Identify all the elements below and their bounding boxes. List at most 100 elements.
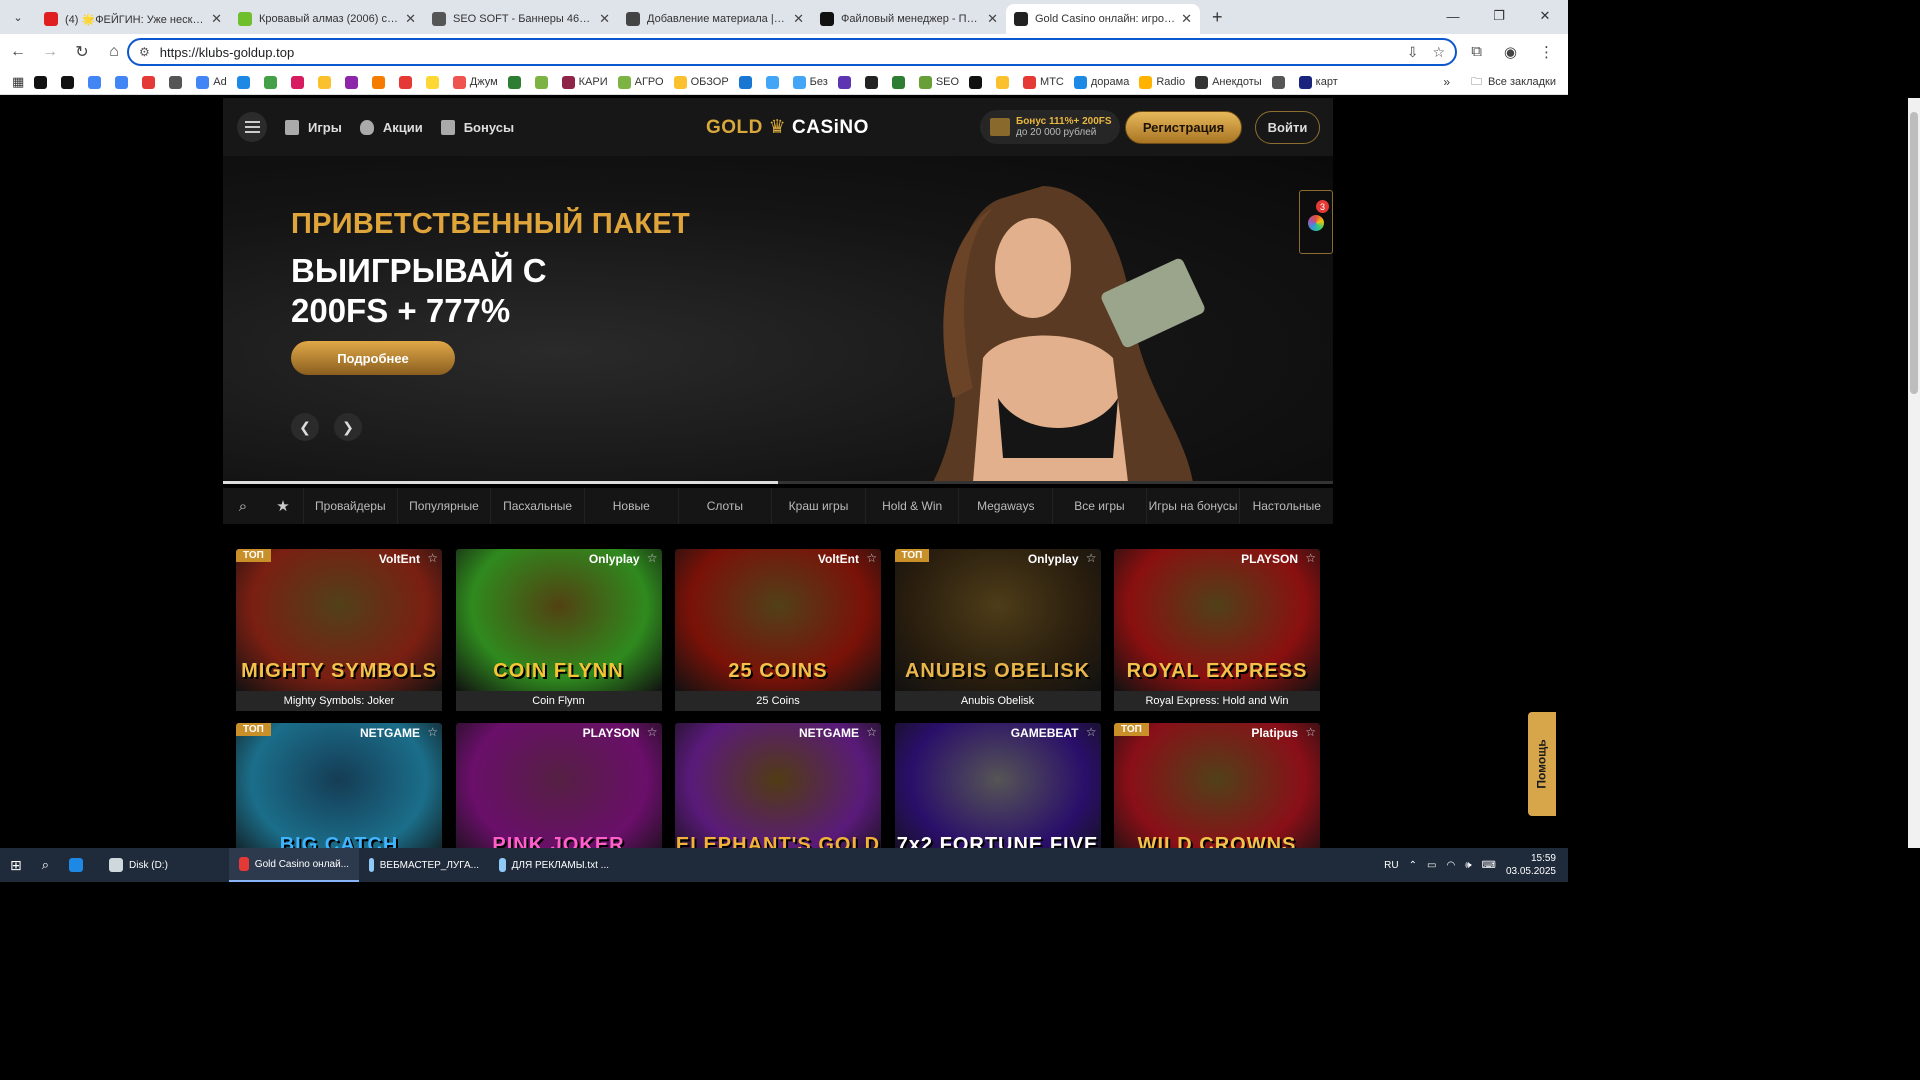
menu-burger-button[interactable] [237, 112, 267, 142]
reload-button[interactable]: ↻ [68, 42, 96, 62]
hero-prev-button[interactable]: ❮ [291, 413, 319, 441]
profile-icon[interactable]: ◉ [1504, 43, 1517, 61]
bookmark-item[interactable]: Radio [1139, 75, 1185, 89]
bookmark-item[interactable] [371, 75, 389, 89]
side-widget[interactable]: 3 [1299, 190, 1333, 254]
bookmark-item[interactable] [317, 75, 335, 89]
bookmark-item[interactable] [34, 75, 51, 89]
tab-search-button[interactable]: ⌄ [4, 3, 32, 31]
browser-tab[interactable]: Кровавый алмаз (2006) смотр ✕ [230, 4, 424, 34]
bookmark-item[interactable] [398, 75, 416, 89]
category-tab[interactable]: Настольные [1239, 488, 1333, 524]
tab-close-icon[interactable]: ✕ [405, 11, 416, 27]
taskbar-app[interactable]: ДЛЯ РЕКЛАМЫ.txt ... [489, 848, 619, 882]
back-button[interactable]: ← [4, 43, 32, 61]
bookmark-item[interactable] [142, 75, 159, 89]
nav-bonuses[interactable]: Бонусы [440, 119, 514, 135]
hero-next-button[interactable]: ❯ [334, 413, 362, 441]
apps-icon[interactable]: ▦ [12, 74, 24, 90]
game-thumbnail[interactable]: 7x2 FORTUNE FIVE GAMEBEAT ☆ [894, 723, 1101, 848]
register-button[interactable]: Регистрация [1125, 111, 1242, 144]
game-thumbnail[interactable]: MIGHTY SYMBOLS ТОП VoltEnt ☆ [236, 549, 442, 691]
forward-button[interactable]: → [36, 43, 64, 61]
game-card[interactable]: ROYAL EXPRESS PLAYSON ☆ Royal Express: Hold… [1114, 549, 1320, 711]
scrollbar-thumb[interactable] [1910, 112, 1918, 394]
bookmark-item[interactable]: карт [1298, 75, 1338, 89]
game-card[interactable]: BIG CATCH ТОП NETGAME ☆ [236, 723, 442, 848]
bookmark-item[interactable] [169, 75, 186, 89]
bookmark-item[interactable] [891, 75, 909, 89]
more-bookmarks-icon[interactable]: » [1443, 75, 1450, 89]
category-tab[interactable]: Популярные [396, 488, 491, 524]
bookmark-item[interactable]: МТС [1023, 75, 1064, 89]
tab-close-icon[interactable]: ✕ [599, 11, 610, 27]
bookmark-item[interactable]: дорама [1073, 75, 1129, 89]
browser-tab[interactable]: Файловый менеджер - Панель ✕ [812, 4, 1006, 34]
login-button[interactable]: Войти [1255, 111, 1320, 144]
hero-more-button[interactable]: Подробнее [291, 341, 455, 375]
category-tab[interactable]: Краш игры [771, 488, 865, 524]
bookmark-item[interactable]: КАРИ [561, 75, 608, 89]
category-tab[interactable]: Игры на бонусы [1145, 488, 1240, 524]
bookmark-item[interactable] [263, 75, 281, 89]
bookmark-item[interactable] [425, 75, 443, 89]
bookmark-item[interactable] [864, 75, 882, 89]
restore-button[interactable]: ❐ [1476, 0, 1522, 32]
tab-close-icon[interactable]: ✕ [1181, 11, 1192, 27]
taskbar-search-icon[interactable]: ⌕ [32, 848, 59, 882]
favorite-icon[interactable]: ☆ [1086, 551, 1097, 565]
category-tab[interactable]: Все игры [1052, 488, 1146, 524]
category-tab[interactable]: Пасхальные [490, 488, 584, 524]
help-button[interactable]: Помощь [1528, 712, 1556, 816]
close-window-button[interactable]: ✕ [1522, 0, 1568, 32]
all-bookmarks-button[interactable]: 🗀 Все закладки [1471, 73, 1556, 92]
start-button[interactable]: ⊞ [0, 848, 32, 882]
bookmark-item[interactable]: ОБЗОР [673, 75, 729, 89]
clock[interactable]: 15:59 03.05.2025 [1506, 852, 1556, 878]
bonus-pill[interactable]: Бонус 111%+ 200FS до 20 000 рублей [980, 110, 1120, 144]
game-card[interactable]: ANUBIS OBELISK ТОП Onlyplay ☆ Anubis Obelisk [894, 549, 1101, 711]
favorite-icon[interactable]: ☆ [866, 725, 877, 739]
bookmark-item[interactable] [1271, 75, 1289, 89]
new-tab-button[interactable]: + [1212, 7, 1223, 28]
favorite-star-icon[interactable]: ★ [263, 497, 303, 515]
game-thumbnail[interactable]: ANUBIS OBELISK ТОП Onlyplay ☆ [894, 549, 1101, 691]
game-thumbnail[interactable]: WILD CROWNS ТОП Platipus ☆ [1114, 723, 1320, 848]
game-thumbnail[interactable]: PINK JOKER PLAYSON ☆ [455, 723, 662, 848]
game-card[interactable]: 25 COINS VoltEnt ☆ 25 Coins [675, 549, 881, 711]
favorite-icon[interactable]: ☆ [1305, 725, 1316, 739]
menu-icon[interactable]: ⋮ [1539, 43, 1554, 61]
bookmark-item[interactable] [765, 75, 783, 89]
browser-tab[interactable]: Gold Casino онлайн: игровые ✕ [1006, 4, 1200, 34]
category-tab[interactable]: Провайдеры [303, 488, 397, 524]
bookmark-star-icon[interactable]: ☆ [1432, 44, 1445, 61]
volume-icon[interactable]: 🕪 [1465, 860, 1471, 871]
site-info-icon[interactable]: ⚙ [139, 45, 150, 59]
site-logo[interactable]: GOLD ♛ CASiNO [706, 116, 869, 139]
address-bar[interactable]: ⚙ https://klubs-goldup.top ⇩ ☆ [127, 38, 1457, 66]
game-card[interactable]: WILD CROWNS ТОП Platipus ☆ [1114, 723, 1320, 848]
bookmark-item[interactable] [344, 75, 362, 89]
category-tab[interactable]: Megaways [958, 488, 1052, 524]
search-icon[interactable]: ⌕ [223, 498, 263, 515]
tab-close-icon[interactable]: ✕ [211, 11, 222, 27]
category-tab[interactable]: Новые [583, 488, 678, 524]
game-card[interactable]: PINK JOKER PLAYSON ☆ [455, 723, 662, 848]
favorite-icon[interactable]: ☆ [647, 551, 658, 565]
favorite-icon[interactable]: ☆ [1086, 725, 1097, 739]
favorite-icon[interactable]: ☆ [1305, 551, 1316, 565]
favorite-icon[interactable]: ☆ [866, 551, 877, 565]
bookmark-item[interactable]: SEO [918, 75, 959, 89]
bookmark-item[interactable] [996, 75, 1013, 89]
browser-tab[interactable]: (4) 🌟ФЕЙГИН: Уже несколько ✕ [36, 4, 230, 34]
taskbar-app[interactable]: ВЕБМАСТЕР_ЛУГА... [359, 848, 489, 882]
favorite-icon[interactable]: ☆ [427, 725, 438, 739]
favorite-icon[interactable]: ☆ [647, 725, 658, 739]
favorite-icon[interactable]: ☆ [427, 551, 438, 565]
language-indicator[interactable]: RU [1384, 860, 1398, 871]
keyboard-icon[interactable]: ⌨ [1482, 860, 1496, 871]
tray-chevron-icon[interactable]: ⌃ [1409, 860, 1417, 871]
bookmark-item[interactable] [236, 75, 254, 89]
bookmark-item[interactable] [837, 75, 855, 89]
browser-tab[interactable]: SEO SOFT - Баннеры 468х60 ✕ [424, 4, 618, 34]
